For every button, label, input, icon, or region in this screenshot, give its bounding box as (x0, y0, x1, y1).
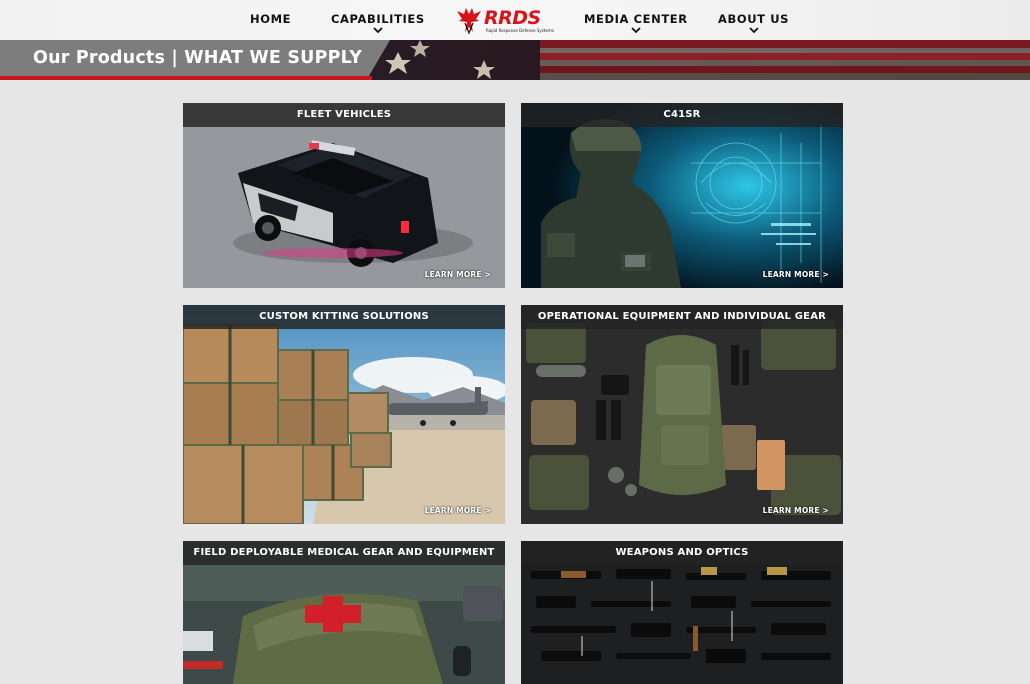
eagle-emblem-icon (457, 8, 481, 35)
product-card-fleet-vehicles[interactable]: FLEET VEHICLES LEARN MORE > (183, 103, 505, 288)
chevron-down-icon (631, 27, 641, 34)
tactical-gear-flatlay-image (521, 305, 843, 524)
card-title: CUSTOM KITTING SOLUTIONS (183, 305, 505, 329)
learn-more-link[interactable]: LEARN MORE > (763, 506, 829, 515)
product-card-custom-kitting[interactable]: CUSTOM KITTING SOLUTIONS LEARN MORE > (183, 305, 505, 524)
nav-about-us-label: ABOUT US (718, 12, 790, 26)
card-title: OPERATIONAL EQUIPMENT AND INDIVIDUAL GEA… (521, 305, 843, 329)
police-suv-image (183, 103, 505, 288)
nav-home[interactable]: HOME (250, 12, 291, 26)
logo-tagline: Rapid Response Defense Systems (486, 28, 554, 33)
page-title: Our Products | WHAT WE SUPPLY (33, 48, 363, 68)
product-card-operational-equipment[interactable]: OPERATIONAL EQUIPMENT AND INDIVIDUAL GEA… (521, 305, 843, 524)
top-navigation: HOME CAPABILITIES RRDS Rapid Response De… (0, 0, 1030, 40)
nav-capabilities-label: CAPABILITIES (331, 12, 425, 26)
learn-more-link[interactable]: LEARN MORE > (425, 506, 491, 515)
chevron-down-icon (373, 27, 383, 34)
rrds-logo[interactable]: RRDS Rapid Response Defense Systems (454, 5, 554, 37)
product-card-medical-gear[interactable]: FIELD DEPLOYABLE MEDICAL GEAR AND EQUIPM… (183, 541, 505, 684)
banner-accent-line (0, 76, 372, 80)
nav-media-center-label: MEDIA CENTER (584, 12, 688, 26)
card-title: C41SR (521, 103, 843, 127)
logo-wordmark: RRDS (484, 7, 541, 29)
learn-more-link[interactable]: LEARN MORE > (763, 270, 829, 279)
card-title: WEAPONS AND OPTICS (521, 541, 843, 565)
nav-about-us[interactable]: ABOUT US (718, 12, 789, 34)
cargo-pallets-aircraft-image (183, 305, 505, 524)
chevron-down-icon (748, 27, 759, 34)
nav-home-label: HOME (250, 12, 292, 26)
nav-capabilities[interactable]: CAPABILITIES (331, 12, 425, 34)
soldier-digital-interface-image (521, 103, 843, 288)
product-card-weapons-optics[interactable]: WEAPONS AND OPTICS (521, 541, 843, 684)
nav-media-center[interactable]: MEDIA CENTER (584, 12, 688, 34)
card-title: FIELD DEPLOYABLE MEDICAL GEAR AND EQUIPM… (183, 541, 505, 565)
product-card-c41sr[interactable]: C41SR LEARN MORE > (521, 103, 843, 288)
learn-more-link[interactable]: LEARN MORE > (425, 270, 491, 279)
card-title: FLEET VEHICLES (183, 103, 505, 127)
